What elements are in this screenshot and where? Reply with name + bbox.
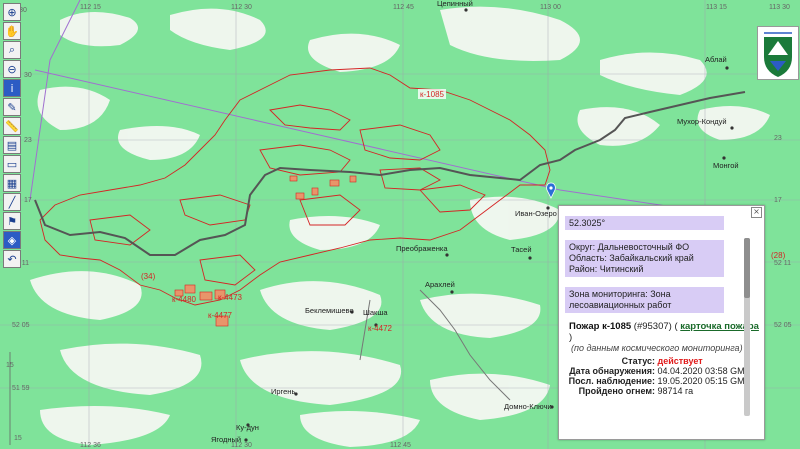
popup-scrollbar[interactable] <box>744 238 750 416</box>
eraser-icon[interactable]: ▭ <box>3 155 21 173</box>
close-icon[interactable]: × <box>751 207 762 218</box>
coord-top-2: 112 15 <box>80 4 101 11</box>
fire-label[interactable]: (28) <box>771 251 786 260</box>
detect-row: Дата обнаружения: 04.04.2020 03:58 GMT <box>565 366 764 376</box>
fire-title: Пожар к-1085 <box>569 321 632 332</box>
coord-left-3: 17 <box>24 197 32 204</box>
place-label: Домно-Ключи <box>504 402 552 411</box>
admin-box: Округ: Дальневосточный ФО Область: Забай… <box>565 240 724 277</box>
place-label: Беклемишево <box>305 306 354 315</box>
detect-value: 04.04.2020 03:58 GMT <box>657 366 751 376</box>
hand-icon[interactable]: ✋ <box>3 22 21 40</box>
document-icon[interactable]: ▦ <box>3 174 21 192</box>
flag-icon[interactable]: ⚑ <box>3 212 21 230</box>
fire-id: (#95307) <box>633 321 672 332</box>
district-text: Округ: Дальневосточный ФО <box>569 242 690 252</box>
fire-label[interactable]: к-1085 <box>420 90 445 99</box>
detect-label: Дата обнаружения: <box>569 366 655 376</box>
latitude-value: 52.3025° <box>569 218 606 228</box>
source-note: (по данным космического мониторинга) <box>571 343 743 353</box>
place-label: Иван-Озеро <box>515 209 557 218</box>
undo-icon[interactable]: ↶ <box>3 250 21 268</box>
line-icon[interactable]: ╱ <box>3 193 21 211</box>
coord-right-2: 52 05 <box>774 322 792 329</box>
popup-scroll-thumb[interactable] <box>744 238 750 298</box>
coord-top-4: 112 45 <box>393 4 414 11</box>
coord-top-7: 113 30 <box>769 4 790 11</box>
ruler-icon[interactable]: 📏 <box>3 117 21 135</box>
region-text: Область: Забайкальский край <box>569 253 694 263</box>
coord-left-1: 30 <box>24 72 32 79</box>
place-label: Тасей <box>511 245 532 254</box>
coord-right-4: 23 <box>774 135 782 142</box>
fire-label[interactable]: к-4472 <box>368 324 393 333</box>
layers-icon[interactable]: ▤ <box>3 136 21 154</box>
area-text: Район: Читинский <box>569 264 644 274</box>
status-label: Статус: <box>621 356 655 366</box>
status-row: Статус: действует <box>565 356 764 366</box>
fire-label[interactable]: (34) <box>141 272 156 281</box>
map-toolbar: ⊕ ✋ ⌕ ⊖ i ✎ 📏 ▤ ▭ ▦ ╱ ⚑ ◈ ↶ <box>3 3 21 268</box>
zone-box: Зона мониторинга: Зона лесоавиационных р… <box>565 287 724 313</box>
coord-right-5: 17 <box>774 197 782 204</box>
latitude-box: 52.3025° <box>565 216 724 230</box>
zone-text: Зона мониторинга: Зона лесоавиационных р… <box>569 289 672 310</box>
zoom-in-icon[interactable]: ⊕ <box>3 3 21 21</box>
place-label: Мухор-Кондуй <box>677 117 727 126</box>
layers2-icon[interactable]: ◈ <box>3 231 21 249</box>
place-label: Ку-дун <box>236 423 259 432</box>
coord-top-3: 112 30 <box>231 4 252 11</box>
zoom-area-icon[interactable]: ⌕ <box>3 41 21 59</box>
info-icon[interactable]: i <box>3 79 21 97</box>
coord-bottom-2: 112 36 <box>80 442 101 449</box>
pencil-icon[interactable]: ✎ <box>3 98 21 116</box>
status-value: действует <box>657 356 703 366</box>
burn-row: Пройдено огнем: 98714 га <box>565 386 764 396</box>
place-label: Шакша <box>363 308 388 317</box>
place-label: Ягодный <box>211 435 241 444</box>
place-label: Арахлей <box>425 280 455 289</box>
coord-left-5: 52 05 <box>12 322 30 329</box>
place-label: Аблай <box>705 55 727 64</box>
place-label: Преображенка <box>396 244 448 253</box>
fire-label[interactable]: к-4480 <box>172 295 197 304</box>
fire-info-popup: × 52.3025° Округ: Дальневосточный ФО Обл… <box>558 205 765 440</box>
agency-logo <box>757 26 799 80</box>
coord-bottom-1: 112 45 <box>390 442 411 449</box>
coord-left-7: 51 59 <box>12 385 30 392</box>
last-label: Посл. наблюдение: <box>568 376 655 386</box>
scale-label: 15 <box>14 435 22 442</box>
place-label: Монгой <box>713 161 739 170</box>
burn-label: Пройдено огнем: <box>578 386 655 396</box>
coord-top-5: 113 00 <box>540 4 561 11</box>
last-value: 19.05.2020 05:15 GMT <box>657 376 751 386</box>
zoom-out-icon[interactable]: ⊖ <box>3 60 21 78</box>
coord-right-1: 52 11 <box>774 260 791 267</box>
coord-top-6: 113 15 <box>706 4 727 11</box>
fire-header: Пожар к-1085 (#95307) ( карточка пожара … <box>569 321 759 343</box>
fire-label[interactable]: к-4477 <box>208 311 233 320</box>
coord-left-2: 23 <box>24 137 32 144</box>
last-row: Посл. наблюдение: 19.05.2020 05:15 GMT <box>565 376 764 386</box>
fire-label[interactable]: к-4473 <box>218 293 243 302</box>
burn-value: 98714 га <box>657 386 694 396</box>
place-label: Цепинный <box>437 0 473 8</box>
place-label: Иргень <box>271 387 295 396</box>
